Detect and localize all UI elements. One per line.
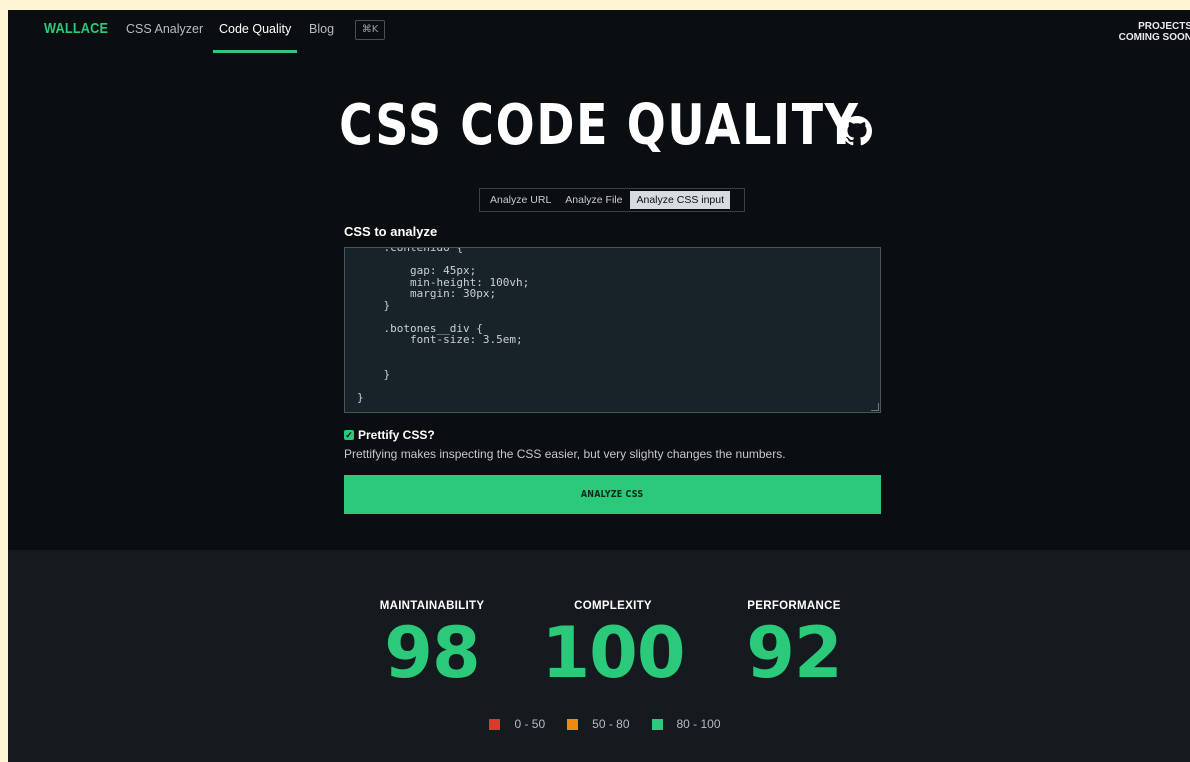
- nav-link-css-analyzer[interactable]: CSS Analyzer: [126, 22, 203, 36]
- analyze-css-button[interactable]: ANALYZE CSS: [344, 475, 881, 514]
- analyze-css-button-label: ANALYZE CSS: [581, 489, 644, 500]
- css-input-content[interactable]: .contenido { gap: 45px; min-height: 100v…: [357, 248, 529, 403]
- prettify-checkbox[interactable]: ✓: [344, 430, 354, 440]
- nav-link-code-quality[interactable]: Code Quality: [219, 22, 291, 36]
- css-input-textarea[interactable]: .contenido { gap: 45px; min-height: 100v…: [344, 247, 881, 413]
- metric-value: 92: [746, 612, 842, 694]
- coming-soon-label: COMING SOON: [1118, 32, 1190, 43]
- page-title-wrap: CSS CODE QUALITY: [8, 94, 1190, 158]
- metric-complexity: COMPLEXITY 100: [533, 600, 693, 688]
- prettify-option[interactable]: ✓ Prettify CSS?: [344, 428, 435, 442]
- projects-coming-soon: PROJECTS COMING SOON: [1119, 21, 1190, 43]
- page-title: CSS CODE QUALITY: [338, 93, 860, 158]
- active-nav-indicator: [213, 50, 297, 53]
- resize-handle-icon[interactable]: [871, 403, 879, 411]
- score-legend: 0 - 50 50 - 80 80 - 100: [8, 717, 1190, 731]
- tab-analyze-url[interactable]: Analyze URL: [484, 191, 557, 209]
- tab-analyze-file[interactable]: Analyze File: [559, 191, 628, 209]
- projects-label: PROJECTS: [1138, 21, 1190, 32]
- app-window: WALLACE CSS Analyzer Code Quality Blog ⌘…: [8, 10, 1190, 762]
- legend-item-low: 0 - 50: [489, 717, 545, 731]
- css-input-label: CSS to analyze: [344, 224, 438, 239]
- legend-label-low: 0 - 50: [514, 717, 546, 731]
- legend-swatch-low: [489, 718, 501, 730]
- github-icon[interactable]: [842, 116, 872, 146]
- top-nav: WALLACE CSS Analyzer Code Quality Blog ⌘…: [8, 10, 1190, 54]
- results-panel: MAINTAINABILITY 98 COMPLEXITY 100 PERFOR…: [8, 550, 1190, 762]
- legend-item-high: 80 - 100: [651, 717, 721, 731]
- legend-swatch-medium: [567, 718, 579, 730]
- metric-maintainability: MAINTAINABILITY 98: [352, 600, 512, 688]
- prettify-label[interactable]: Prettify CSS?: [358, 428, 435, 442]
- metric-value: 100: [541, 612, 685, 694]
- legend-label-high: 80 - 100: [676, 717, 721, 731]
- brand-logo[interactable]: WALLACE: [44, 20, 108, 37]
- command-palette-shortcut[interactable]: ⌘K: [355, 20, 385, 40]
- prettify-help-text: Prettifying makes inspecting the CSS eas…: [344, 447, 786, 461]
- legend-swatch-high: [651, 718, 663, 730]
- nav-link-blog[interactable]: Blog: [309, 22, 334, 36]
- legend-item-medium: 50 - 80: [567, 717, 630, 731]
- metric-label: MAINTAINABILITY: [379, 600, 485, 612]
- metric-label: COMPLEXITY: [574, 600, 652, 612]
- metric-value: 98: [384, 612, 480, 694]
- legend-label-medium: 50 - 80: [592, 717, 630, 731]
- metric-label: PERFORMANCE: [747, 600, 841, 612]
- tab-analyze-css-input[interactable]: Analyze CSS input: [630, 191, 731, 209]
- metric-performance: PERFORMANCE 92: [714, 600, 874, 688]
- input-mode-tabs: Analyze URL Analyze File Analyze CSS inp…: [479, 188, 745, 212]
